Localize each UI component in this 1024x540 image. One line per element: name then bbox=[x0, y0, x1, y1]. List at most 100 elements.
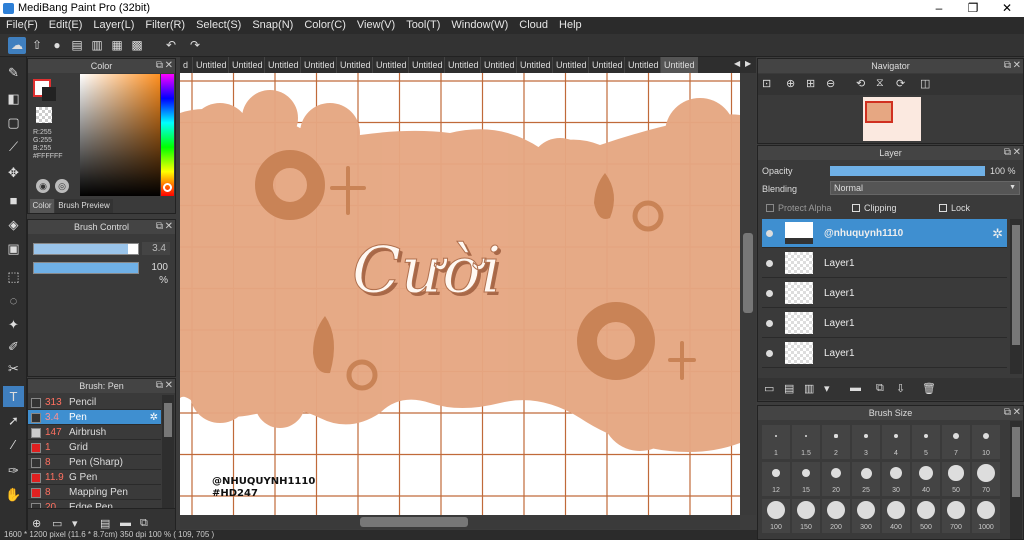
new-brush-icon[interactable]: ▭ bbox=[52, 517, 62, 530]
new-layer-icon[interactable]: ▭ bbox=[764, 382, 774, 395]
blending-select[interactable]: Normal ▼ bbox=[830, 181, 1020, 195]
tab-untitled[interactable]: Untitled bbox=[660, 57, 698, 73]
menu-window[interactable]: Window(W) bbox=[445, 17, 513, 34]
move-tool-icon[interactable]: ✥ bbox=[3, 162, 24, 183]
brush-item[interactable]: 8 Pen (Sharp) bbox=[28, 455, 161, 470]
layer-menu-icon[interactable]: ▾ bbox=[824, 382, 830, 395]
menu-select[interactable]: Select(S) bbox=[190, 17, 246, 34]
secondary-color-swatch[interactable] bbox=[42, 87, 56, 101]
menu-edit[interactable]: Edit(E) bbox=[43, 17, 88, 34]
tab-scroll-right-icon[interactable]: ▶ bbox=[745, 59, 751, 68]
layer-row[interactable]: Layer1 bbox=[762, 309, 1007, 338]
lasso-icon[interactable]: ◌ bbox=[3, 290, 24, 311]
menu-layer[interactable]: Layer(L) bbox=[87, 17, 139, 34]
panel-close-icon[interactable]: ✕ bbox=[165, 379, 173, 392]
brush-copy-icon[interactable]: ⧉ bbox=[140, 517, 148, 530]
message-icon[interactable]: ▤ bbox=[68, 37, 86, 54]
canvas-svg[interactable]: Cười Cười @NHUQUYNH1110 #HD247 bbox=[180, 73, 740, 515]
magic-wand-icon[interactable]: ✦ bbox=[3, 314, 24, 335]
line-tool-icon[interactable]: ⟋ bbox=[3, 136, 24, 157]
brush-size-cell[interactable]: 300 bbox=[852, 499, 880, 533]
layer-row[interactable]: Layer1 bbox=[762, 249, 1007, 278]
brush-size-cell[interactable]: 70 bbox=[972, 462, 1000, 496]
menu-snap[interactable]: Snap(N) bbox=[246, 17, 298, 34]
panel-close-icon[interactable]: ✕ bbox=[1013, 59, 1021, 72]
tab-untitled[interactable]: Untitled bbox=[480, 57, 518, 73]
pen-tool-icon[interactable]: ✑ bbox=[3, 460, 24, 481]
layer-row[interactable]: Layer1 bbox=[762, 339, 1007, 368]
brush-size-cell[interactable]: 200 bbox=[822, 499, 850, 533]
rotate-right-icon[interactable]: ⟳ bbox=[896, 77, 905, 90]
brush-size-cell[interactable]: 4 bbox=[882, 425, 910, 459]
brush-size-cell[interactable]: 500 bbox=[912, 499, 940, 533]
hue-slider[interactable] bbox=[161, 74, 174, 196]
brush-size-cell[interactable]: 1000 bbox=[972, 499, 1000, 533]
brush-size-cell[interactable]: 400 bbox=[882, 499, 910, 533]
brush-tool-icon[interactable]: ✎ bbox=[3, 62, 24, 83]
brush-size-value[interactable]: 3.4 bbox=[142, 242, 170, 255]
share-icon[interactable]: ⇧ bbox=[28, 37, 46, 54]
rectangle-tool-icon[interactable]: ▢ bbox=[3, 112, 24, 133]
visibility-eye-icon[interactable] bbox=[766, 290, 773, 297]
duplicate-layer-icon[interactable]: ⧉ bbox=[876, 382, 884, 395]
fit-window-icon[interactable]: ⊞ bbox=[806, 77, 815, 90]
saturation-value-picker[interactable] bbox=[80, 74, 160, 196]
tab-untitled[interactable]: Untitled bbox=[552, 57, 590, 73]
visibility-eye-icon[interactable] bbox=[766, 230, 773, 237]
horizontal-scroll-thumb[interactable] bbox=[360, 517, 468, 527]
brush-size-cell[interactable]: 3 bbox=[852, 425, 880, 459]
tab-partial[interactable]: d bbox=[180, 57, 191, 73]
panel-close-icon[interactable]: ✕ bbox=[1013, 146, 1021, 159]
navigator-preview[interactable] bbox=[863, 97, 921, 141]
menu-cloud[interactable]: Cloud bbox=[513, 17, 553, 34]
brush-item[interactable]: 3.4 Pen ✲ bbox=[28, 410, 161, 425]
eraser-tool-icon[interactable]: ◧ bbox=[3, 88, 24, 109]
brush-size-slider[interactable] bbox=[33, 243, 139, 255]
brush-size-cell[interactable]: 25 bbox=[852, 462, 880, 496]
brush-size-cell[interactable]: 2 bbox=[822, 425, 850, 459]
brush-size-cell[interactable]: 50 bbox=[942, 462, 970, 496]
layer-list-scrollbar[interactable] bbox=[1010, 219, 1022, 374]
new-8bit-layer-icon[interactable]: ▥ bbox=[804, 382, 814, 395]
palette-icon[interactable]: ◉ bbox=[36, 179, 50, 193]
vertical-scroll-thumb[interactable] bbox=[743, 233, 753, 313]
canvas-area[interactable]: Cười Cười @NHUQUYNH1110 #HD247 bbox=[180, 73, 740, 515]
menu-tool[interactable]: Tool(T) bbox=[400, 17, 445, 34]
tab-untitled[interactable]: Untitled bbox=[444, 57, 482, 73]
tab-untitled[interactable]: Untitled bbox=[300, 57, 338, 73]
brush-opacity-slider[interactable] bbox=[33, 262, 139, 274]
panel-close-icon[interactable]: ✕ bbox=[165, 220, 173, 233]
brush-item[interactable]: 147 Airbrush bbox=[28, 425, 161, 440]
brush-size-cell[interactable]: 30 bbox=[882, 462, 910, 496]
visibility-eye-icon[interactable] bbox=[766, 260, 773, 267]
brush-settings-icon[interactable]: ▤ bbox=[100, 517, 110, 530]
merge-layer-icon[interactable]: ⇩ bbox=[896, 382, 905, 395]
redo-icon[interactable]: ↷ bbox=[186, 37, 204, 54]
brush-settings-gear-icon[interactable]: ✲ bbox=[150, 410, 158, 425]
text-tool-icon[interactable]: T bbox=[3, 386, 24, 407]
canvas-vertical-scrollbar[interactable] bbox=[740, 73, 756, 515]
brush-item[interactable]: 11.9 G Pen bbox=[28, 470, 161, 485]
brush-size-cell[interactable]: 7 bbox=[942, 425, 970, 459]
document-icon[interactable]: ▥ bbox=[88, 37, 106, 54]
brush-size-scroll-thumb[interactable] bbox=[1012, 427, 1020, 497]
brush-item[interactable]: 313 Pencil bbox=[28, 395, 161, 410]
brush-item[interactable]: 1 Grid bbox=[28, 440, 161, 455]
menu-file[interactable]: File(F) bbox=[0, 17, 43, 34]
layer-opacity-slider[interactable] bbox=[830, 166, 985, 176]
menu-view[interactable]: View(V) bbox=[351, 17, 400, 34]
comment-icon[interactable]: ● bbox=[48, 37, 66, 54]
operation-tool-icon[interactable]: ➚ bbox=[3, 410, 24, 431]
close-button[interactable]: ✕ bbox=[990, 0, 1024, 17]
clipping-checkbox[interactable] bbox=[852, 204, 860, 212]
brush-size-cell[interactable]: 15 bbox=[792, 462, 820, 496]
panel-float-icon[interactable]: ⧉ bbox=[1004, 406, 1011, 419]
brush-list-scroll-thumb[interactable] bbox=[164, 403, 172, 437]
eyedropper-icon[interactable]: ⁄ bbox=[3, 434, 24, 455]
hue-handle[interactable] bbox=[163, 183, 172, 192]
brush-size-scrollbar[interactable] bbox=[1010, 421, 1022, 539]
tab-untitled[interactable]: Untitled bbox=[408, 57, 446, 73]
rotate-left-icon[interactable]: ⟲ bbox=[856, 77, 865, 90]
menu-help[interactable]: Help bbox=[553, 17, 587, 34]
brush-size-cell[interactable]: 20 bbox=[822, 462, 850, 496]
